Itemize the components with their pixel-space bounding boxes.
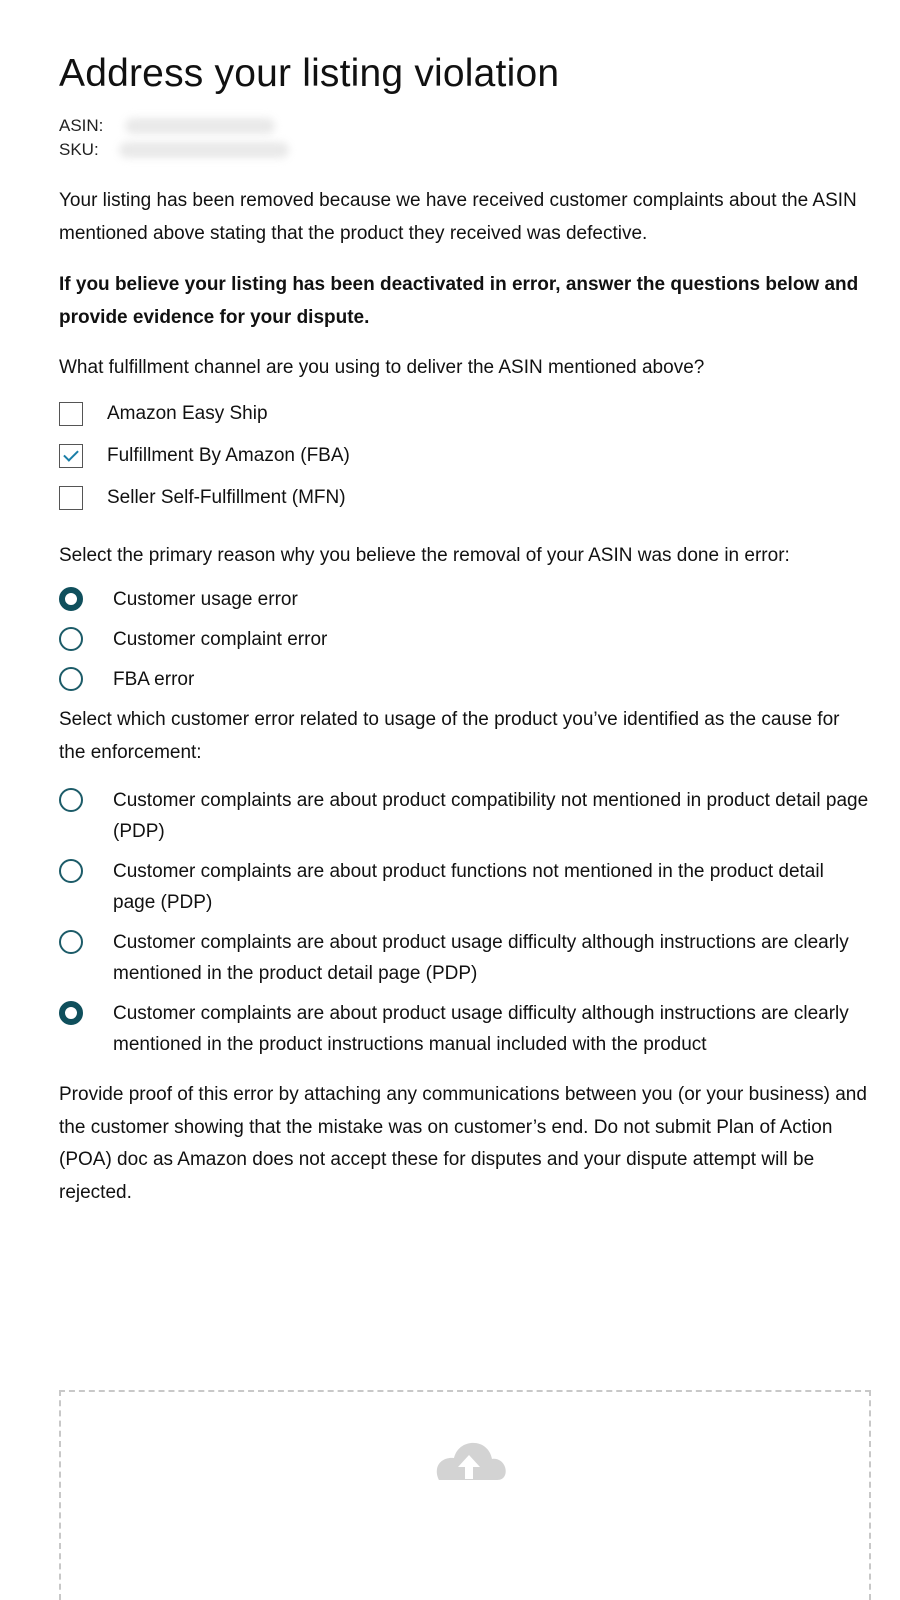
customer-usage-error-radio[interactable] <box>59 587 83 611</box>
fulfillment-option-easy-ship[interactable]: Amazon Easy Ship <box>59 393 871 435</box>
mfn-label: Seller Self-Fulfillment (MFN) <box>107 486 346 508</box>
removal-reason-options: Customer usage error Customer complaint … <box>59 584 871 695</box>
asin-row: ASIN: <box>59 114 871 138</box>
fba-error-radio[interactable] <box>59 667 83 691</box>
listing-identifiers: ASIN: SKU: <box>59 114 871 162</box>
functions-label: Customer complaints are about product fu… <box>113 861 824 913</box>
fulfillment-question: What fulfillment channel are you using t… <box>59 357 705 378</box>
proof-instructions: Provide proof of this error by attaching… <box>59 1084 867 1203</box>
customer-error-option-functions[interactable]: Customer complaints are about product fu… <box>59 856 871 918</box>
customer-error-option-compatibility[interactable]: Customer complaints are about product co… <box>59 785 871 847</box>
compatibility-radio[interactable] <box>59 788 83 812</box>
fba-label: Fulfillment By Amazon (FBA) <box>107 444 350 466</box>
removal-reason-question: Select the primary reason why you believ… <box>59 544 790 566</box>
sku-redaction <box>119 142 289 158</box>
customer-complaint-error-radio[interactable] <box>59 627 83 651</box>
customer-usage-error-label: Customer usage error <box>113 589 298 610</box>
functions-radio[interactable] <box>59 859 83 883</box>
fba-error-label: FBA error <box>113 669 195 690</box>
fulfillment-options: Amazon Easy Ship Fulfillment By Amazon (… <box>59 393 871 519</box>
sku-row: SKU: <box>59 138 871 162</box>
manual-instructions-label: Customer complaints are about product us… <box>113 1003 849 1055</box>
customer-error-option-pdp-instructions[interactable]: Customer complaints are about product us… <box>59 927 871 989</box>
reason-option-fba-error[interactable]: FBA error <box>59 664 871 695</box>
listing-violation-form: Address your listing violation ASIN: SKU… <box>59 50 871 1209</box>
customer-error-option-manual-instructions[interactable]: Customer complaints are about product us… <box>59 998 871 1060</box>
easy-ship-label: Amazon Easy Ship <box>107 402 268 424</box>
removal-explanation: Your listing has been removed because we… <box>59 190 857 244</box>
manual-instructions-radio[interactable] <box>59 1001 83 1025</box>
mfn-checkbox[interactable] <box>59 485 83 510</box>
pdp-instructions-label: Customer complaints are about product us… <box>113 932 849 984</box>
customer-error-question: Select which customer error related to u… <box>59 709 840 763</box>
customer-complaint-error-label: Customer complaint error <box>113 629 328 650</box>
dispute-instructions: If you believe your listing has been dea… <box>59 274 859 328</box>
cloud-upload-icon <box>436 1442 506 1480</box>
compatibility-label: Customer complaints are about product co… <box>113 790 869 842</box>
pdp-instructions-radio[interactable] <box>59 930 83 954</box>
fulfillment-option-fba[interactable]: Fulfillment By Amazon (FBA) <box>59 435 871 477</box>
fba-checkbox[interactable] <box>59 443 83 468</box>
easy-ship-checkbox[interactable] <box>59 401 83 426</box>
customer-error-options: Customer complaints are about product co… <box>59 785 871 1060</box>
asin-redaction <box>125 118 275 134</box>
sku-label: SKU: <box>59 140 99 159</box>
asin-label: ASIN: <box>59 116 104 135</box>
reason-option-customer-complaint-error[interactable]: Customer complaint error <box>59 624 871 655</box>
page-title: Address your listing violation <box>59 52 560 95</box>
file-upload-dropzone[interactable] <box>59 1390 871 1600</box>
reason-option-customer-usage-error[interactable]: Customer usage error <box>59 584 871 615</box>
fulfillment-option-mfn[interactable]: Seller Self-Fulfillment (MFN) <box>59 477 871 519</box>
